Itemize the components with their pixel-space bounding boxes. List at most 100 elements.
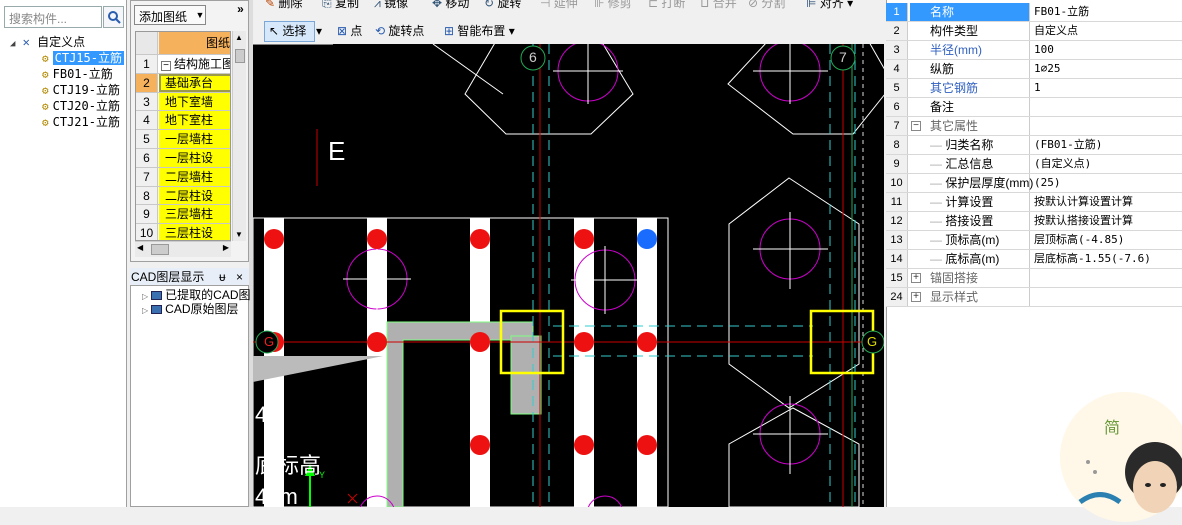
property-row[interactable]: 2 构件类型 自定义点 <box>886 22 1182 41</box>
select-dropdown[interactable]: ▾ <box>316 22 322 40</box>
select-button[interactable]: ↖ 选择 <box>264 21 315 42</box>
mirror-button[interactable]: ⩘ 镜像 <box>374 0 408 10</box>
drawing-row[interactable]: 9 三层墙柱 <box>136 205 230 225</box>
property-value[interactable]: (25) <box>1032 174 1182 192</box>
tree-item[interactable]: ⚙ CTJ20-立筋 <box>42 98 120 114</box>
expand-icon[interactable]: + <box>911 292 921 302</box>
property-row[interactable]: 10 — 保护层厚度(mm) (25) <box>886 174 1182 193</box>
tree-item-label: CTJ21-立筋 <box>52 115 120 129</box>
property-value[interactable]: 100 <box>1032 41 1182 59</box>
cad-layer-label: CAD原始图层 <box>165 302 239 316</box>
property-row[interactable]: 24 显示样式 + <box>886 288 1182 307</box>
search-button[interactable] <box>103 6 124 28</box>
property-value[interactable] <box>1032 288 1182 306</box>
collapse-icon[interactable]: − <box>911 121 921 131</box>
property-row[interactable]: 6 备注 <box>886 98 1182 117</box>
drawing-name: 三层墙柱 <box>165 207 214 222</box>
property-row[interactable]: 1 名称 FB01-立筋 <box>886 3 1182 22</box>
y-axis-label: Y <box>319 470 326 480</box>
add-drawing-dropdown[interactable]: ▼ <box>194 5 206 25</box>
point-button[interactable]: ⊠ 点 <box>337 22 362 40</box>
property-row[interactable]: 15 锚固搭接 + <box>886 269 1182 288</box>
property-name: 其它钢筋 <box>930 81 979 95</box>
property-name: 其它属性 <box>930 119 979 133</box>
property-row[interactable]: 7 其它属性 − <box>886 117 1182 136</box>
move-button[interactable]: ✥ 移动 <box>432 0 469 10</box>
property-value[interactable]: 1 <box>1032 79 1182 97</box>
drawing-row[interactable]: 2 基础承台 <box>136 73 230 93</box>
property-value[interactable]: 按默认计算设置计算 <box>1032 193 1182 211</box>
align-button[interactable]: ⊫ 对齐 ▾ <box>806 0 853 10</box>
property-row[interactable]: 9 — 汇总信息 (自定义点) <box>886 155 1182 174</box>
extend-button[interactable]: ⊣ 延伸 <box>540 0 578 10</box>
property-value[interactable] <box>1032 117 1182 135</box>
property-name: 计算设置 <box>945 195 994 209</box>
property-value[interactable]: 层顶标高(-4.85) <box>1032 231 1182 249</box>
drawing-name: 三层柱设 <box>165 226 214 241</box>
property-value[interactable] <box>1032 269 1182 287</box>
smart-layout-button[interactable]: ⊞ 智能布置 ▾ <box>444 22 515 40</box>
property-value[interactable]: (自定义点) <box>1032 155 1182 173</box>
drawing-grid-vscroll[interactable]: ▲ ▼ <box>232 31 246 241</box>
property-number: 9 <box>886 155 908 173</box>
expand-panel-button[interactable]: » <box>233 2 248 24</box>
copy-button[interactable]: ⎘ 复制 <box>322 0 359 10</box>
mascot-avatar <box>1060 392 1182 522</box>
cad-layer-item[interactable]: ▷ CAD原始图层 <box>142 302 239 317</box>
expand-icon[interactable]: + <box>911 273 921 283</box>
expand-arrow-icon[interactable]: ▷ <box>142 306 148 315</box>
pin-icon[interactable]: ᵾ <box>219 268 226 286</box>
property-row[interactable]: 13 — 顶标高(m) 层顶标高(-4.85) <box>886 231 1182 250</box>
property-row[interactable]: 5 其它钢筋 1 <box>886 79 1182 98</box>
close-icon[interactable]: × <box>236 268 243 286</box>
tree-connector: — <box>930 157 946 171</box>
axis-label-g-left: G <box>264 334 275 349</box>
property-value[interactable] <box>1032 98 1182 116</box>
search-input[interactable]: 搜索构件... <box>4 6 102 28</box>
property-row[interactable]: 8 — 归类名称 (FB01-立筋) <box>886 136 1182 155</box>
drawing-row[interactable]: 4 地下室柱 <box>136 111 230 131</box>
drawing-row[interactable]: 8 二层柱设 <box>136 186 230 206</box>
property-row[interactable]: 3 半径(mm) 100 <box>886 41 1182 60</box>
property-row[interactable]: 12 — 搭接设置 按默认搭接设置计算 <box>886 212 1182 231</box>
cad-layer-item[interactable]: ▷ 已提取的CAD图 <box>142 288 251 303</box>
drawing-row[interactable]: 5 一层墙柱 <box>136 130 230 149</box>
drawing-row[interactable]: 3 地下室墙 <box>136 92 230 112</box>
property-value[interactable]: FB01-立筋 <box>1032 3 1182 21</box>
property-value[interactable]: 层底标高-1.55(-7.6) <box>1032 250 1182 268</box>
tree-item[interactable]: ⚙ CTJ19-立筋 <box>42 82 120 98</box>
tree-item[interactable]: ⚙ FB01-立筋 <box>42 66 113 82</box>
drawing-row[interactable]: 10 三层柱设 <box>136 224 230 241</box>
property-name: 纵筋 <box>930 62 955 76</box>
rotate-button[interactable]: ↻ 旋转 <box>484 0 521 10</box>
property-row[interactable]: 4 纵筋 1⌀25 <box>886 60 1182 79</box>
drawing-name: 结构施工图 <box>174 57 231 71</box>
delete-button[interactable]: ✎ 删除 <box>265 0 302 10</box>
property-value[interactable]: 1⌀25 <box>1032 60 1182 78</box>
property-row[interactable]: 11 — 计算设置 按默认计算设置计算 <box>886 193 1182 212</box>
trim-button[interactable]: ⊪ 修剪 <box>594 0 632 10</box>
break-button[interactable]: ⊏ 打断 <box>648 0 685 10</box>
property-value[interactable]: 自定义点 <box>1032 22 1182 40</box>
collapse-icon[interactable]: − <box>161 61 171 71</box>
drawing-row[interactable]: 1− 结构施工图 <box>136 55 231 74</box>
drawing-canvas[interactable]: 6 7 E G G 4 底标高 40m Y <box>253 44 884 507</box>
split-button[interactable]: ⊘ 分割 <box>748 0 785 10</box>
drawing-grid-hscroll[interactable]: ◀ ▶ <box>135 241 231 257</box>
expand-arrow-icon[interactable]: ▷ <box>142 292 148 301</box>
collapse-icon[interactable]: ◢ <box>10 39 15 49</box>
tree-root[interactable]: ◢ ✕ 自定义点 <box>10 34 85 50</box>
tree-item[interactable]: ⚙ CTJ15-立筋 <box>42 50 124 66</box>
axis-label-7: 7 <box>839 49 847 65</box>
rotate-point-button[interactable]: ⟲ 旋转点 <box>375 22 424 40</box>
drawing-row[interactable]: 6 一层柱设 <box>136 149 230 168</box>
tree-item[interactable]: ⚙ CTJ21-立筋 <box>42 114 120 130</box>
drawing-name: 一层柱设 <box>165 151 214 165</box>
property-value[interactable]: 按默认搭接设置计算 <box>1032 212 1182 230</box>
property-number: 2 <box>886 22 908 40</box>
property-row[interactable]: 14 — 底标高(m) 层底标高-1.55(-7.6) <box>886 250 1182 269</box>
merge-button[interactable]: ⊔ 合并 <box>700 0 737 10</box>
drawing-name: 二层柱设 <box>165 188 214 203</box>
property-value[interactable]: (FB01-立筋) <box>1032 136 1182 154</box>
drawing-row[interactable]: 7 二层墙柱 <box>136 167 230 187</box>
